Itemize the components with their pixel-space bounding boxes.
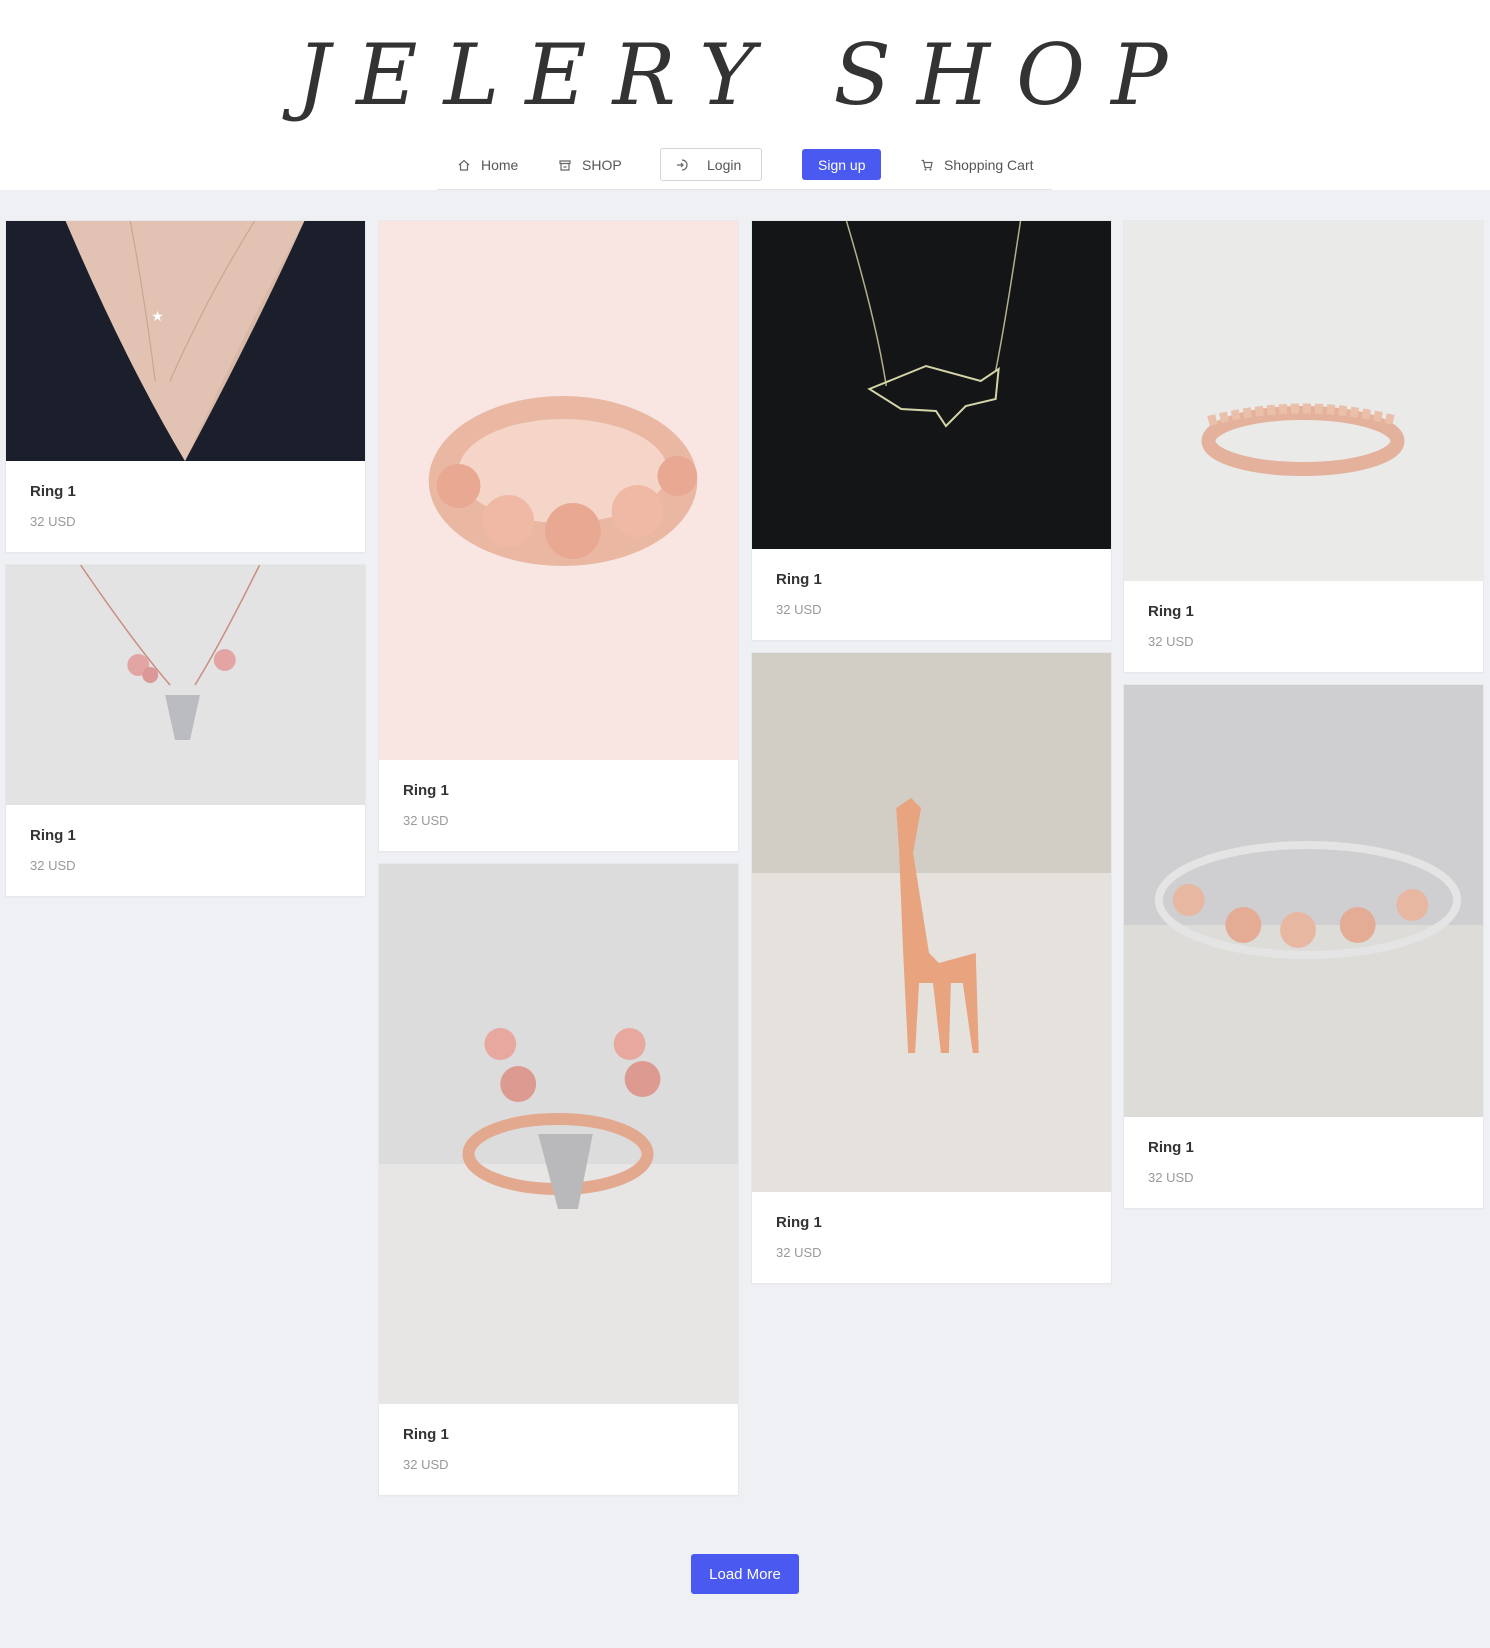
product-info: Ring 1 32 USD (379, 760, 738, 851)
signup-button[interactable]: Sign up (802, 149, 882, 180)
product-image-ring-deer-antlers[interactable] (379, 864, 738, 1404)
product-card[interactable]: Ring 1 32 USD (751, 652, 1112, 1284)
product-column-3: Ring 1 32 USD Ring 1 32 USD (751, 220, 1112, 1295)
product-image-ring-lace-rose-gold[interactable] (1124, 221, 1483, 581)
product-title: Ring 1 (1148, 603, 1194, 620)
product-image-necklace-star-moon[interactable]: ★ (6, 221, 365, 461)
cart-icon (920, 158, 934, 172)
product-column-2: Ring 1 32 USD Ring 1 32 USD (378, 220, 739, 1507)
nav-cart-label: Shopping Cart (944, 156, 1034, 173)
product-card[interactable]: Ring 1 32 USD (378, 863, 739, 1496)
product-title: Ring 1 (403, 782, 449, 799)
home-icon (457, 158, 471, 172)
product-title: Ring 1 (403, 1426, 449, 1443)
nav-home-label: Home (481, 156, 519, 173)
login-icon (675, 158, 689, 172)
product-title: Ring 1 (776, 1214, 822, 1231)
product-price: 32 USD (403, 1457, 449, 1472)
product-price: 32 USD (30, 858, 76, 873)
product-card[interactable]: Ring 1 32 USD (1123, 220, 1484, 673)
product-price: 32 USD (30, 514, 76, 529)
nav-home[interactable]: Home (457, 148, 518, 181)
product-price: 32 USD (403, 813, 449, 828)
svg-text:★: ★ (151, 308, 163, 324)
product-info: Ring 1 32 USD (752, 549, 1111, 640)
nav-shop-label: SHOP (582, 156, 622, 173)
product-column-4: Ring 1 32 USD Ring 1 32 USD (1123, 220, 1484, 1220)
product-card[interactable]: Ring 1 32 USD (751, 220, 1112, 641)
main-nav: Home SHOP Login Sign up Shopping Cart (437, 145, 1052, 190)
product-info: Ring 1 32 USD (379, 1404, 738, 1495)
product-price: 32 USD (776, 1245, 822, 1260)
store-icon (558, 158, 572, 172)
product-info: Ring 1 32 USD (1124, 581, 1483, 672)
product-title: Ring 1 (1148, 1139, 1194, 1156)
site-header: JELERY SHOP Home SHOP Login Sign up Shop… (0, 0, 1490, 190)
product-image-ring-flower-band[interactable] (1124, 685, 1483, 1117)
product-info: Ring 1 32 USD (6, 805, 365, 896)
product-column-1: ★ Ring 1 32 USD Ring 1 32 USD (5, 220, 366, 908)
product-image-necklace-geometric-whale[interactable] (752, 221, 1111, 549)
product-card[interactable]: Ring 1 32 USD (1123, 684, 1484, 1209)
product-title: Ring 1 (30, 827, 76, 844)
product-info: Ring 1 32 USD (6, 461, 365, 552)
product-image-ring-rose-gold-flowers[interactable] (379, 221, 738, 760)
product-title: Ring 1 (776, 571, 822, 588)
product-price: 32 USD (1148, 634, 1194, 649)
product-price: 32 USD (1148, 1170, 1194, 1185)
brand-logo[interactable]: JELERY SHOP (0, 20, 1490, 130)
product-card[interactable]: Ring 1 32 USD (5, 564, 366, 897)
login-button[interactable]: Login (660, 148, 762, 181)
nav-shopping-cart[interactable]: Shopping Cart (920, 148, 1034, 181)
product-image-rose-gold-giraffe-figure[interactable] (752, 653, 1111, 1192)
product-card[interactable]: Ring 1 32 USD (378, 220, 739, 852)
load-more-button[interactable]: Load More (691, 1554, 799, 1594)
product-info: Ring 1 32 USD (1124, 1117, 1483, 1208)
product-card[interactable]: ★ Ring 1 32 USD (5, 220, 366, 553)
product-price: 32 USD (776, 602, 822, 617)
product-info: Ring 1 32 USD (752, 1192, 1111, 1283)
product-title: Ring 1 (30, 483, 76, 500)
login-label: Login (707, 156, 742, 173)
product-image-necklace-deer-flowers[interactable] (6, 565, 365, 805)
nav-shop[interactable]: SHOP (558, 148, 622, 181)
